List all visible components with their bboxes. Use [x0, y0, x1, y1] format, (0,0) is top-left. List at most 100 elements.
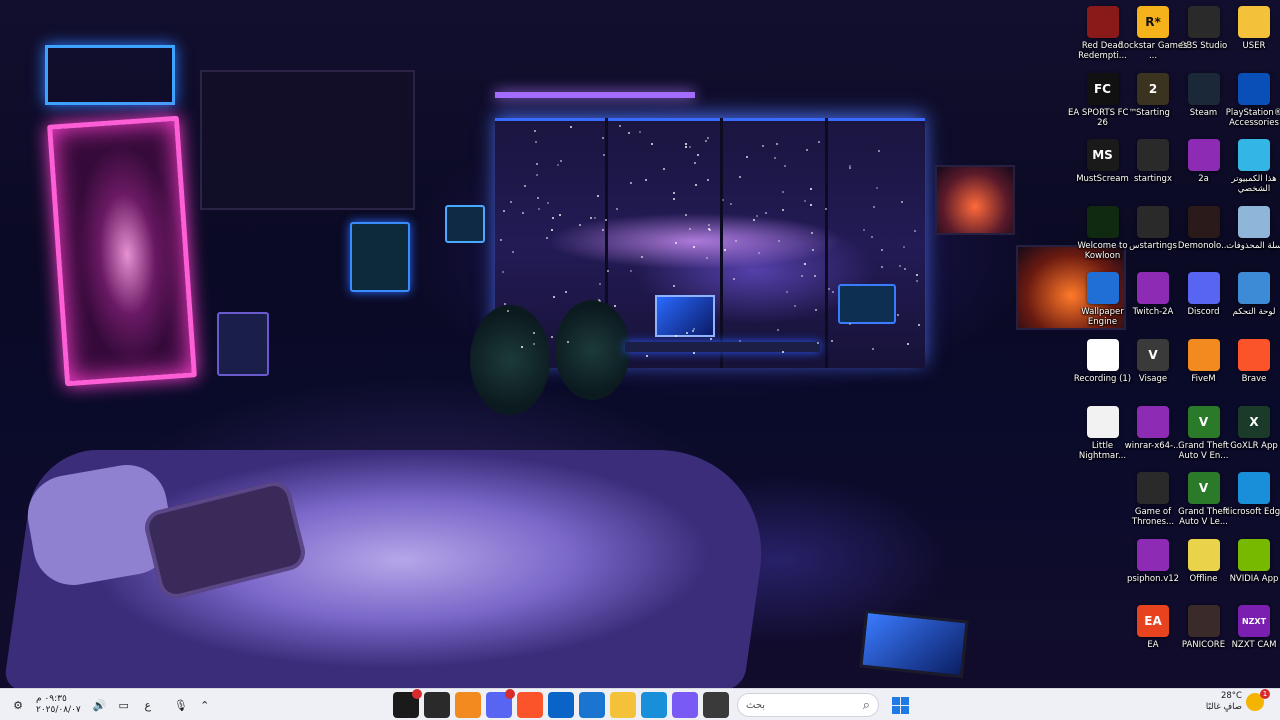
desktop-shortcut-label: Wallpaper Engine — [1081, 307, 1124, 328]
desktop-shortcut[interactable]: FC EA SPORTS FC™ 26 — [1067, 72, 1137, 137]
brave-icon — [1238, 339, 1270, 371]
app-icon[interactable] — [702, 692, 729, 718]
weather-temp: 28°C — [1220, 691, 1242, 701]
settings-icon[interactable]: ⚙ — [9, 696, 27, 714]
desktop-shortcut[interactable]: Game of Thrones... — [1120, 472, 1186, 536]
winrar-archive-icon — [1187, 139, 1220, 172]
icon-glyph: MS — [1092, 148, 1113, 163]
taskbar: ⚙ ٠٩:٣٥ م ٢٠٢٥/٠٨/٠٧ 🔊 ▭ ع 🎙 ⌃ بحث ⌕ 28°C… — [0, 688, 1280, 720]
nvidia-icon — [1238, 538, 1270, 571]
discord-icon — [1187, 272, 1220, 305]
goxlr-icon: X — [1238, 405, 1270, 438]
steam-icon — [1187, 72, 1220, 105]
desktop-shortcut-label: Little Nightmar... — [1078, 440, 1127, 461]
desktop-shortcut[interactable]: Recording (1) — [1070, 339, 1136, 403]
brave-icon[interactable] — [516, 692, 543, 718]
ea-fc-icon: FC — [1086, 72, 1119, 105]
winrar-archive-icon — [1137, 405, 1169, 438]
desktop-icon-grid: USER OBS Studio R* Rockstar Games ... Red De… — [0, 0, 1280, 688]
little-nightmares-icon — [1086, 405, 1119, 438]
control-panel-icon — [1238, 272, 1270, 305]
icon-glyph: X — [1249, 414, 1259, 429]
desktop-shortcut[interactable]: Welcome to Kowloon — [1070, 205, 1136, 270]
video-file-icon — [1137, 205, 1169, 238]
obs-icon — [1187, 6, 1220, 38]
playstation-icon — [1238, 72, 1270, 105]
fivem-icon[interactable] — [454, 692, 481, 718]
desktop-shortcut-label: MustScream — [1076, 174, 1129, 185]
ea-icon: EA — [1137, 605, 1169, 638]
demonologist-icon — [1187, 205, 1220, 238]
windows-logo-icon — [892, 696, 909, 714]
gta-v-icon: V — [1187, 472, 1220, 505]
store-icon[interactable] — [578, 692, 605, 718]
visage-icon: V — [1137, 339, 1169, 371]
nzxt-icon: NZXT — [1238, 605, 1270, 638]
taskbar-clock[interactable]: ٠٩:٣٥ م ٢٠٢٥/٠٨/٠٧ — [36, 694, 81, 716]
icon-glyph: EA — [1144, 614, 1162, 629]
rockstar-icon: R* — [1137, 6, 1169, 38]
desktop-shortcut[interactable]: Red Dead Redempti... — [1070, 6, 1136, 70]
wallpaper-engine-icon — [1086, 272, 1119, 305]
microphone-icon[interactable]: 🎙 — [172, 696, 190, 714]
desktop-shortcut-label: EA — [1147, 640, 1159, 651]
gta-v-icon: V — [1187, 405, 1220, 438]
xbox-icon[interactable] — [392, 689, 422, 718]
desktop-shortcut-label: Recording (1) — [1073, 374, 1132, 384]
desktop-shortcut-label: Red Dead Redempti... — [1078, 41, 1127, 61]
edge-icon[interactable] — [640, 692, 667, 718]
copilot-icon[interactable] — [671, 692, 698, 718]
language-indicator[interactable]: ع — [139, 696, 157, 714]
desktop-shortcut[interactable]: Wallpaper Engine — [1070, 272, 1136, 336]
icon-glyph: FC — [1093, 81, 1111, 96]
desktop-shortcut[interactable]: MS MustScream — [1070, 139, 1136, 203]
video-file-icon — [1137, 139, 1169, 172]
mustscream-icon: MS — [1086, 139, 1119, 172]
desktop-shortcut-label: EA SPORTS FC™ 26 — [1067, 107, 1137, 128]
show-hidden-icons-chevron-icon[interactable]: ⌃ — [196, 696, 214, 714]
terminal-icon[interactable] — [423, 692, 450, 718]
taskbar-search-box[interactable]: بحث ⌕ — [737, 693, 879, 717]
volume-icon[interactable]: 🔊 — [91, 696, 109, 714]
panicore-icon — [1187, 605, 1220, 638]
icon-glyph: R* — [1145, 15, 1161, 29]
taskbar-apps: بحث ⌕ — [390, 689, 916, 720]
clock-date: ٢٠٢٥/٠٨/٠٧ — [36, 705, 81, 715]
network-icon[interactable]: ▭ — [115, 696, 133, 714]
outlook-icon[interactable] — [547, 692, 574, 718]
edge-icon — [1238, 472, 1270, 505]
weather-widget[interactable]: 28°C صافٍ غالبًا 1 — [1205, 689, 1270, 713]
recording-icon — [1086, 339, 1119, 371]
desktop-shortcut-label: psiphon.v12 — [1126, 573, 1180, 584]
app-badge-icon — [504, 689, 515, 699]
weather-desc: صافٍ غالبًا — [1205, 702, 1242, 712]
start-button[interactable] — [888, 692, 914, 718]
kowloon-icon — [1086, 205, 1119, 238]
winrar-archive-icon — [1137, 272, 1169, 305]
app-badge-icon — [411, 689, 422, 699]
icon-glyph: NZXT — [1241, 616, 1267, 626]
discord-icon[interactable] — [485, 689, 515, 718]
desktop-shortcut-label: Game of Thrones... — [1131, 507, 1175, 528]
desktop-shortcut[interactable]: psiphon.v12 — [1120, 538, 1186, 603]
folder-icon — [1238, 6, 1270, 38]
file-explorer-icon[interactable] — [609, 692, 636, 718]
fivem-icon — [1187, 339, 1220, 371]
desktop-shortcut[interactable]: EA EA — [1120, 605, 1186, 669]
icon-glyph: V — [1198, 481, 1209, 496]
icon-glyph: V — [1148, 348, 1158, 362]
notification-badge: 1 — [1260, 689, 1270, 699]
icon-glyph: V — [1198, 414, 1209, 429]
clock-time: ٠٩:٣٥ م — [36, 694, 67, 704]
winrar-archive-icon — [1137, 538, 1169, 571]
offline-icon — [1187, 538, 1220, 571]
game-of-thrones-icon — [1137, 472, 1169, 505]
this-pc-icon — [1238, 139, 1270, 172]
search-icon: ⌕ — [862, 697, 870, 713]
red-dead-icon — [1086, 6, 1119, 38]
desktop-shortcut-label: Welcome to Kowloon — [1077, 240, 1128, 261]
desktop-shortcut[interactable]: Little Nightmar... — [1070, 405, 1136, 470]
system-tray: ⚙ ٠٩:٣٥ م ٢٠٢٥/٠٨/٠٧ 🔊 ▭ ع 🎙 ⌃ — [6, 689, 217, 720]
icon-glyph: 2 — [1148, 81, 1158, 96]
search-placeholder: بحث — [746, 699, 766, 711]
